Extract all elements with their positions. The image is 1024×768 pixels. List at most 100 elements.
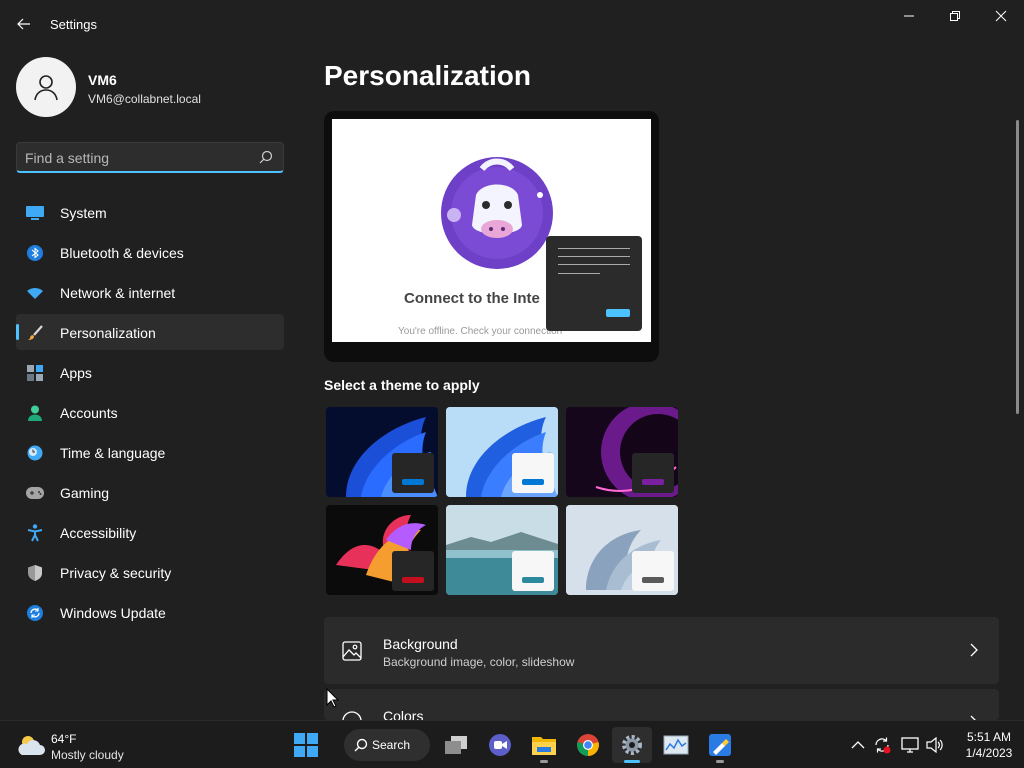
file-explorer-button[interactable] bbox=[524, 727, 564, 763]
page-title: Personalization bbox=[324, 60, 531, 91]
weather-widget[interactable]: 64°F Mostly cloudy bbox=[16, 729, 146, 763]
teams-chat-icon bbox=[489, 734, 511, 756]
user-name: VM6 bbox=[88, 72, 117, 88]
sidebar-item-label: Privacy & security bbox=[60, 565, 172, 581]
theme-window-preview bbox=[512, 453, 554, 493]
theme-accent-bar bbox=[522, 577, 544, 583]
user-profile[interactable]: VM6 VM6@collabnet.local bbox=[16, 57, 286, 117]
sidebar-item-label: Accounts bbox=[60, 405, 118, 421]
chrome-icon bbox=[577, 734, 599, 756]
restore-icon bbox=[950, 11, 960, 21]
paint-icon bbox=[709, 734, 731, 756]
theme-tile-glow[interactable] bbox=[566, 407, 678, 497]
performance-monitor-icon bbox=[663, 735, 689, 755]
brush-icon bbox=[26, 324, 44, 342]
paint-app-button[interactable] bbox=[700, 727, 740, 763]
sidebar-item-system[interactable]: System bbox=[16, 194, 284, 230]
close-button[interactable] bbox=[978, 0, 1024, 32]
user-email: VM6@collabnet.local bbox=[88, 92, 201, 106]
task-view-button[interactable] bbox=[436, 727, 476, 763]
sidebar-item-label: Personalization bbox=[60, 325, 156, 341]
weather-temperature: 64°F bbox=[51, 732, 77, 746]
scrollbar[interactable] bbox=[1016, 120, 1019, 414]
minimize-icon bbox=[904, 15, 914, 17]
back-button[interactable] bbox=[10, 10, 38, 38]
show-hidden-icons-button[interactable] bbox=[848, 735, 868, 755]
theme-window-preview bbox=[512, 551, 554, 591]
chevron-up-icon bbox=[851, 741, 865, 749]
settings-search-box[interactable] bbox=[16, 142, 284, 173]
resource-monitor-button[interactable] bbox=[656, 727, 696, 763]
sidebar-item-accessibility[interactable]: Accessibility bbox=[16, 514, 284, 550]
gear-icon bbox=[622, 735, 642, 755]
sidebar-item-label: Accessibility bbox=[60, 525, 137, 541]
sync-status-button[interactable] bbox=[872, 735, 892, 755]
windows-logo-icon bbox=[294, 733, 318, 757]
sidebar-item-privacy-security[interactable]: Privacy & security bbox=[16, 554, 284, 590]
colors-settings-card[interactable]: Colors bbox=[324, 689, 999, 720]
card-title: Colors bbox=[383, 708, 424, 720]
sidebar-item-time-language[interactable]: Time & language bbox=[16, 434, 284, 470]
search-icon[interactable] bbox=[259, 150, 273, 164]
cloudy-weather-icon bbox=[18, 736, 45, 755]
preview-subtext: You're offline. Check your connection bbox=[398, 326, 563, 337]
sidebar-item-label: Network & internet bbox=[60, 285, 176, 301]
start-button[interactable] bbox=[286, 727, 326, 763]
offline-mascot-illustration bbox=[441, 157, 553, 269]
sidebar-item-label: Gaming bbox=[60, 485, 110, 501]
mouse-cursor-icon bbox=[326, 688, 340, 708]
monitor-icon bbox=[26, 204, 44, 222]
theme-tile-sunrise-lake[interactable] bbox=[446, 505, 558, 595]
active-indicator bbox=[624, 760, 640, 763]
theme-tile-windows-light-bloom[interactable] bbox=[446, 407, 558, 497]
sidebar-item-bluetooth[interactable]: Bluetooth & devices bbox=[16, 234, 284, 270]
running-indicator bbox=[716, 760, 724, 763]
preview-line bbox=[558, 264, 630, 265]
bluetooth-icon bbox=[26, 244, 44, 262]
sidebar-nav: System Bluetooth & devices Network & int… bbox=[16, 194, 284, 634]
clock-globe-icon bbox=[26, 444, 44, 462]
settings-taskbar-button[interactable] bbox=[612, 727, 652, 763]
sidebar-item-label: Bluetooth & devices bbox=[60, 245, 184, 261]
close-icon bbox=[995, 10, 1007, 22]
preview-headline: Connect to the Inte bbox=[404, 290, 540, 307]
volume-button[interactable] bbox=[925, 735, 945, 755]
theme-tile-windows-dark-bloom[interactable] bbox=[326, 407, 438, 497]
sidebar-item-gaming[interactable]: Gaming bbox=[16, 474, 284, 510]
folder-icon bbox=[532, 737, 556, 755]
sidebar-item-personalization[interactable]: Personalization bbox=[16, 314, 284, 350]
network-status-button[interactable] bbox=[900, 735, 920, 755]
gamepad-icon bbox=[26, 484, 44, 502]
background-settings-card[interactable]: Background Background image, color, slid… bbox=[324, 617, 999, 684]
sync-error-icon bbox=[875, 737, 891, 754]
sidebar-item-label: Apps bbox=[60, 365, 92, 381]
card-subtitle: Background image, color, slideshow bbox=[383, 655, 575, 669]
taskbar-search-label: Search bbox=[372, 738, 411, 752]
restore-button[interactable] bbox=[932, 0, 978, 32]
clock-date: 1/4/2023 bbox=[965, 746, 1013, 760]
teams-chat-button[interactable] bbox=[480, 727, 520, 763]
theme-accent-bar bbox=[402, 577, 424, 583]
sidebar-item-label: Windows Update bbox=[60, 605, 166, 621]
preview-line bbox=[558, 248, 630, 249]
chrome-button[interactable] bbox=[568, 727, 608, 763]
ethernet-icon bbox=[901, 737, 919, 753]
back-arrow-icon bbox=[17, 18, 30, 30]
user-avatar-icon bbox=[34, 75, 58, 101]
sidebar-item-accounts[interactable]: Accounts bbox=[16, 394, 284, 430]
sidebar-item-network[interactable]: Network & internet bbox=[16, 274, 284, 310]
themes-heading: Select a theme to apply bbox=[324, 377, 480, 393]
theme-tile-captured-motion[interactable] bbox=[326, 505, 438, 595]
theme-window-preview bbox=[392, 453, 434, 493]
theme-tile-flow[interactable] bbox=[566, 505, 678, 595]
sidebar-item-windows-update[interactable]: Windows Update bbox=[16, 594, 284, 630]
taskbar-search-button[interactable]: Search bbox=[344, 729, 430, 761]
shield-icon bbox=[26, 564, 44, 582]
system-clock[interactable]: 5:51 AM 1/4/2023 bbox=[960, 729, 1018, 761]
wifi-icon bbox=[26, 284, 44, 302]
apps-icon bbox=[26, 364, 44, 382]
sidebar-item-apps[interactable]: Apps bbox=[16, 354, 284, 390]
theme-accent-bar bbox=[402, 479, 424, 485]
minimize-button[interactable] bbox=[886, 0, 932, 32]
settings-search-input[interactable] bbox=[25, 148, 251, 168]
